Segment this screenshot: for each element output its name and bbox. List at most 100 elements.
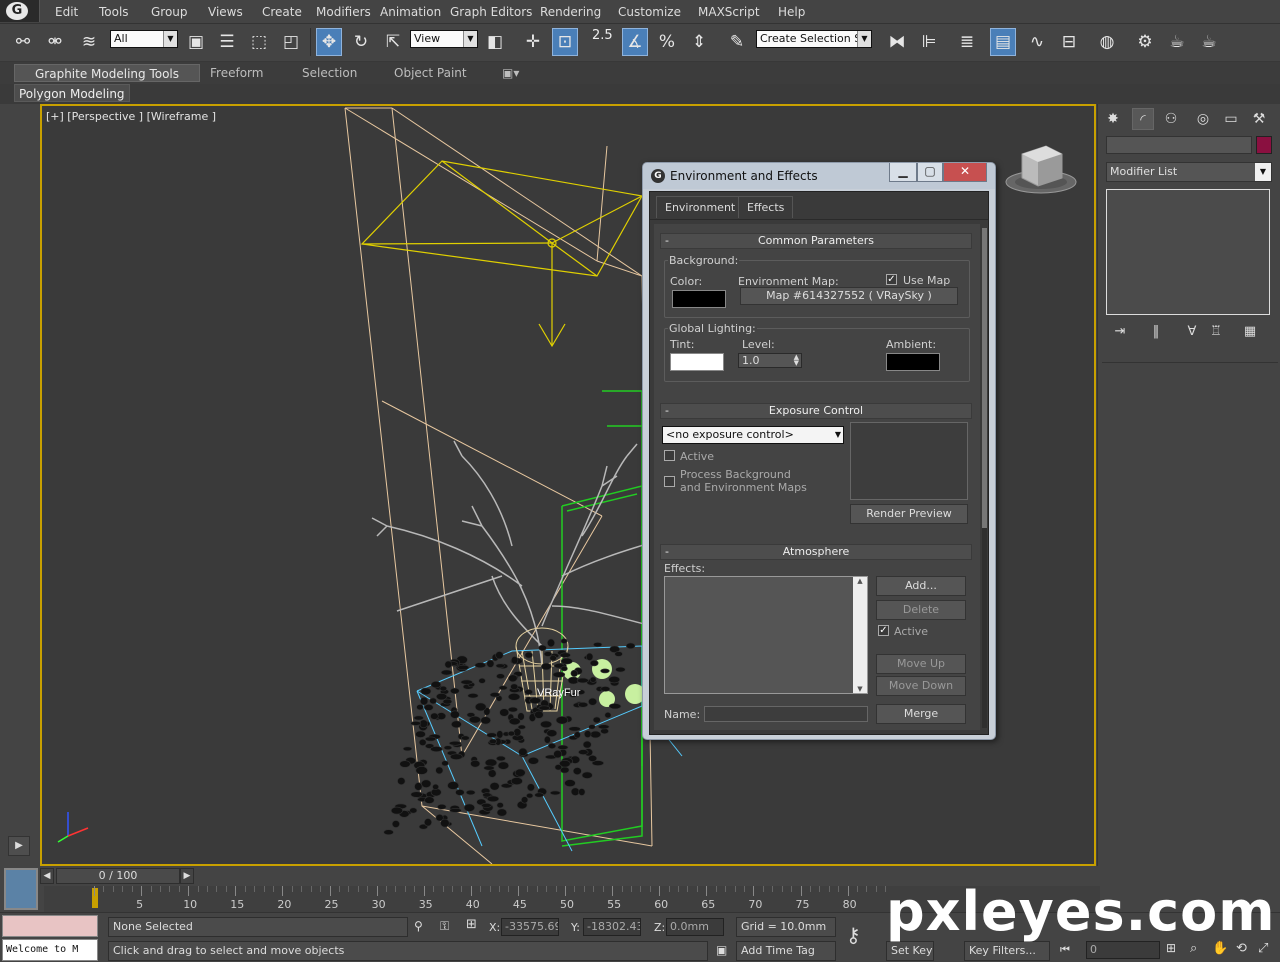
time-slider-thumb[interactable]: 0 / 100 [56,868,180,884]
exposure-active-checkbox[interactable] [664,450,675,461]
background-color-swatch[interactable] [672,290,726,308]
reference-coordinate-dropdown[interactable]: View ▼ [410,30,478,48]
polygon-modeling-panel[interactable]: Polygon Modeling [14,84,130,102]
material-editor-icon[interactable]: ◍ [1094,28,1120,56]
minimize-icon[interactable]: ▁ [889,163,917,182]
environment-map-button[interactable]: Map #614327552 ( VRaySky ) [740,287,958,305]
maximize-icon[interactable]: ▢ [917,163,943,182]
align-icon[interactable]: ⊫ [916,28,942,56]
maximize-viewport-icon[interactable]: ⤢ [1258,941,1276,959]
motion-tab-icon[interactable]: ◎ [1192,108,1214,130]
ambient-color-swatch[interactable] [886,353,940,371]
angle-snap-icon[interactable]: ∡ [622,28,648,56]
maxscript-output[interactable]: Welcome to M [2,939,98,961]
viewport-label[interactable]: [+] [Perspective ] [Wireframe ] [46,110,216,123]
key-filters-button[interactable]: Key Filters... [964,941,1050,961]
ribbon-options-icon[interactable]: ▣▾ [502,64,519,82]
dialog-scrollbar[interactable] [982,228,987,728]
current-frame-marker[interactable] [92,888,98,908]
menu-customize[interactable]: Customize [618,5,681,19]
z-coordinate-field[interactable]: 0.0mm [666,918,724,936]
render-setup-icon[interactable]: ⚙ [1132,28,1158,56]
named-selection-dropdown[interactable]: Create Selection Se ▼ [756,30,872,48]
menu-rendering[interactable]: Rendering [540,5,601,19]
ribbon-tab-freeform[interactable]: Freeform [210,64,263,82]
modifier-stack[interactable] [1106,189,1270,315]
select-and-move-icon[interactable]: ✥ [316,28,342,56]
tint-color-swatch[interactable] [670,353,724,371]
effects-scrollbar[interactable]: ▲ ▼ [853,577,867,693]
atmosphere-active-checkbox[interactable]: ✓ [878,625,889,636]
lock-selection-icon[interactable]: ⚿ [440,919,454,935]
menu-modifiers[interactable]: Modifiers [316,5,371,19]
menu-group[interactable]: Group [151,5,188,19]
modify-tab-icon[interactable]: ◜ [1132,108,1154,130]
bind-spacewarp-icon[interactable]: ≋ [76,28,102,56]
level-spinner[interactable]: 1.0 ▲ ▼ [738,353,802,368]
time-tag-icon[interactable]: ▣ [716,943,730,959]
add-effect-button[interactable]: Add... [876,576,966,596]
window-crossing-icon[interactable]: ◰ [278,28,304,56]
x-coordinate-field[interactable]: -33575.699 [501,918,559,936]
scroll-down-icon[interactable]: ▼ [853,685,867,693]
menu-animation[interactable]: Animation [380,5,441,19]
schematic-view-icon[interactable]: ⊟ [1056,28,1082,56]
expand-track-icon[interactable]: ▶ [8,836,30,856]
delete-effect-button[interactable]: Delete [876,600,966,620]
mini-curve-editor-icon[interactable] [4,868,38,910]
merge-button[interactable]: Merge [876,704,966,724]
application-button[interactable]: G [0,0,40,22]
atmosphere-rollout[interactable]: - Atmosphere [660,544,972,560]
ribbon-tab-selection[interactable]: Selection [302,64,357,82]
selection-filter-dropdown[interactable]: All ▼ [110,30,178,48]
menu-graph-editors[interactable]: Graph Editors [450,5,532,19]
exposure-control-rollout[interactable]: - Exposure Control [660,403,972,419]
select-by-name-icon[interactable]: ☰ [214,28,240,56]
go-to-start-icon[interactable]: ⏮ [1060,943,1078,959]
effect-name-field[interactable] [704,706,868,722]
time-slider-prev-icon[interactable]: ◀ [40,868,54,884]
select-object-icon[interactable]: ▣ [183,28,209,56]
process-background-checkbox[interactable] [664,476,675,487]
link-icon[interactable]: ⚯ [10,28,36,56]
show-end-result-icon[interactable]: ‖ [1146,322,1166,342]
layer-manager-icon[interactable]: ≣ [954,28,980,56]
mirror-icon[interactable]: ⧓ [884,28,910,56]
tab-environment[interactable]: Environment [656,196,745,218]
dialog-scroll-thumb[interactable] [982,228,987,528]
time-slider-next-icon[interactable]: ▶ [180,868,194,884]
exposure-control-dropdown[interactable]: <no exposure control> ▼ [662,426,844,444]
make-unique-icon[interactable]: ∀ [1182,322,1202,342]
menu-tools[interactable]: Tools [99,5,129,19]
ribbon-tab-graphite[interactable]: Graphite Modeling Tools [14,64,201,82]
snap-toggle-label[interactable]: 2.5 [592,28,613,43]
display-tab-icon[interactable]: ▭ [1220,108,1242,130]
effects-listbox[interactable]: ▲ ▼ [664,576,868,694]
y-coordinate-field[interactable]: -18302.437 [583,918,641,936]
rendered-frame-window-icon[interactable]: ☕ [1164,28,1190,56]
percent-snap-icon[interactable]: % [654,28,680,56]
tab-effects[interactable]: Effects [738,196,794,218]
unlink-icon[interactable]: ⚮ [42,28,68,56]
current-frame-field[interactable]: 0 [1086,941,1160,959]
common-parameters-rollout[interactable]: - Common Parameters [660,233,972,249]
add-time-tag-button[interactable]: Add Time Tag [736,941,836,961]
pan-icon[interactable]: ✋ [1212,941,1230,959]
object-name-field[interactable] [1106,136,1252,154]
hierarchy-tab-icon[interactable]: ⚇ [1160,108,1182,130]
time-config-icon[interactable]: ⊞ [1166,941,1184,959]
scroll-up-icon[interactable]: ▲ [853,577,867,585]
create-tab-icon[interactable]: ✸ [1102,108,1124,130]
manipulate-icon[interactable]: ✛ [520,28,546,56]
pin-stack-icon[interactable]: ⇥ [1110,322,1130,342]
rectangle-selection-icon[interactable]: ⬚ [246,28,272,56]
viewcube-icon[interactable] [1004,136,1078,196]
keyboard-shortcut-override-icon[interactable]: ⊡ [552,28,578,56]
pivot-center-icon[interactable]: ◧ [482,28,508,56]
dialog-titlebar[interactable]: G Environment and Effects ▁ ▢ ✕ [643,163,995,189]
curve-editor-icon[interactable]: ∿ [1024,28,1050,56]
menu-maxscript[interactable]: MAXScript [698,5,760,19]
maxscript-listener-input[interactable] [2,915,98,937]
ribbon-tab-object-paint[interactable]: Object Paint [394,64,467,82]
select-and-rotate-icon[interactable]: ↻ [348,28,374,56]
